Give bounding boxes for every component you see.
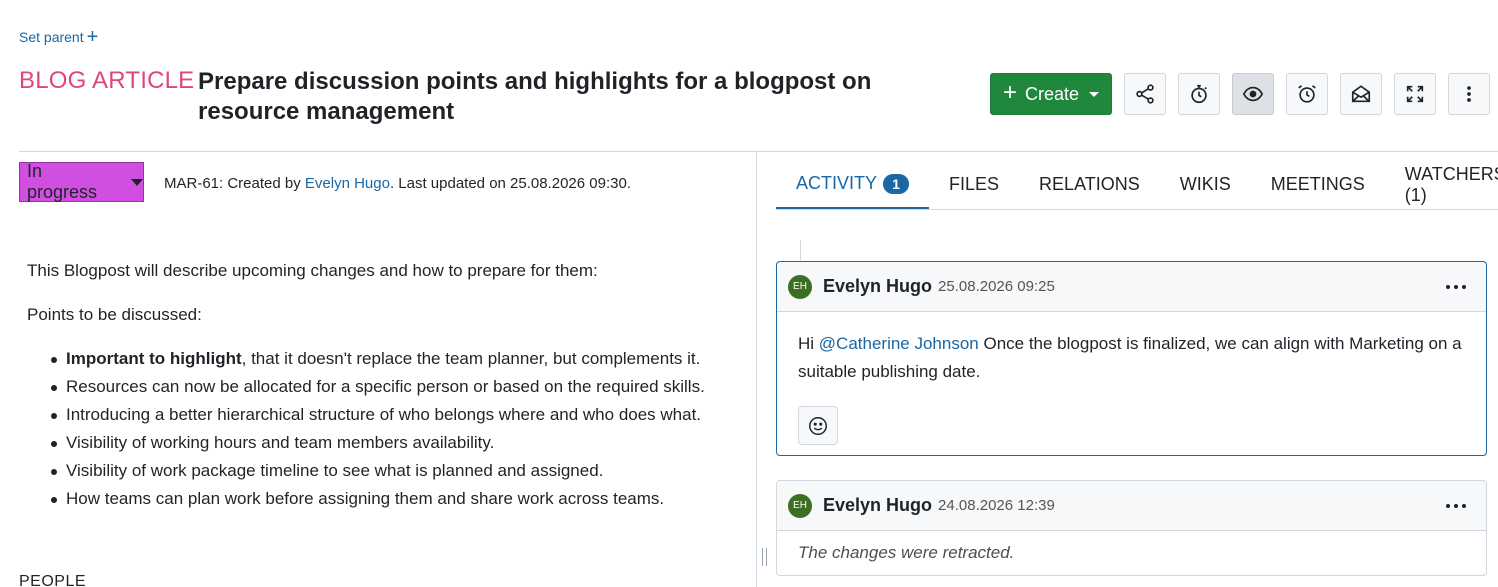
watch-button[interactable]	[1232, 73, 1274, 115]
create-button-label: Create	[1024, 83, 1080, 104]
meta-prefix: MAR-61: Created by	[164, 175, 305, 192]
description[interactable]: This Blogpost will describe upcoming cha…	[27, 257, 747, 513]
caret-down-icon	[131, 178, 143, 186]
more-horizontal-icon	[1446, 503, 1450, 508]
more-horizontal-icon-dot	[1462, 284, 1466, 289]
description-intro: This Blogpost will describe upcoming cha…	[27, 261, 598, 280]
activity-count-badge: 1	[883, 173, 910, 194]
smiley-icon	[809, 416, 827, 435]
more-vertical-icon	[1467, 86, 1471, 102]
share-button[interactable]	[1124, 73, 1166, 115]
list-item-bold: Important to highlight	[66, 349, 242, 368]
comment-date[interactable]: 24.08.2026 12:39	[938, 497, 1055, 514]
comment-header: EH Evelyn Hugo 24.08.2026 12:39	[777, 481, 1486, 531]
pane-divider	[756, 152, 757, 587]
comment-author[interactable]: Evelyn Hugo	[823, 276, 932, 297]
meta-suffix: . Last updated on 25.08.2026 09:30.	[389, 175, 631, 192]
comment-more-button[interactable]	[1446, 284, 1466, 289]
status-dropdown[interactable]: In progress	[19, 161, 144, 202]
comment-body: Hi @Catherine Johnson Once the blogpost …	[777, 312, 1486, 386]
people-section-heading: PEOPLE	[19, 573, 87, 587]
comment-author[interactable]: Evelyn Hugo	[823, 495, 932, 516]
tab-relations-label: RELATIONS	[1039, 174, 1140, 194]
comment-more-button[interactable]	[1446, 503, 1466, 508]
avatar[interactable]: EH	[788, 493, 812, 518]
list-item: Resources can now be allocated for a spe…	[50, 373, 747, 401]
timeline-line	[800, 240, 801, 260]
tab-files[interactable]: FILES	[929, 160, 1019, 209]
tab-activity[interactable]: ACTIVITY 1	[776, 160, 930, 209]
work-package-meta: MAR-61: Created by Evelyn Hugo. Last upd…	[164, 175, 631, 192]
comment-header: EH Evelyn Hugo 25.08.2026 09:25	[777, 262, 1486, 312]
create-button[interactable]: + Create	[990, 73, 1112, 115]
set-parent-link[interactable]: Set parent +	[19, 26, 99, 48]
fullscreen-button[interactable]	[1394, 73, 1436, 115]
pane-resize-handle[interactable]	[762, 548, 767, 566]
tab-wikis[interactable]: WIKIS	[1160, 160, 1251, 209]
add-reaction-button[interactable]	[798, 406, 838, 445]
activity-comment: EH Evelyn Hugo 25.08.2026 09:25 Hi @Cath…	[776, 261, 1487, 456]
tab-meetings-label: MEETINGS	[1270, 174, 1365, 194]
author-link[interactable]: Evelyn Hugo	[305, 175, 390, 192]
envelope-open-icon	[1351, 85, 1371, 103]
tab-relations[interactable]: RELATIONS	[1019, 160, 1160, 209]
plus-icon: +	[86, 26, 99, 48]
list-item: How teams can plan work before assigning…	[50, 485, 747, 513]
description-points-title: Points to be discussed:	[27, 305, 202, 324]
activity-text: The changes were retracted.	[798, 543, 1015, 562]
more-actions-button[interactable]	[1448, 73, 1490, 115]
list-item: Important to highlight, that it doesn't …	[50, 345, 747, 373]
comment-greeting: Hi	[798, 334, 819, 353]
reminder-button[interactable]	[1286, 73, 1328, 115]
set-parent-label: Set parent	[19, 29, 84, 45]
avatar[interactable]: EH	[788, 274, 812, 299]
mention-link[interactable]: @Catherine Johnson	[819, 334, 979, 353]
more-horizontal-icon-dot	[1454, 503, 1458, 508]
list-item: Visibility of work package timeline to s…	[50, 457, 747, 485]
tab-activity-label: ACTIVITY	[796, 173, 878, 193]
plus-icon: +	[1002, 79, 1017, 106]
alarm-icon	[1298, 85, 1316, 103]
time-tracking-button[interactable]	[1178, 73, 1220, 115]
comment-date[interactable]: 25.08.2026 09:25	[938, 278, 1055, 295]
header-divider	[19, 151, 1498, 152]
timer-icon	[1191, 84, 1207, 104]
more-horizontal-icon-dot	[1462, 503, 1466, 508]
work-package-type[interactable]: BLOG ARTICLE	[19, 67, 194, 95]
activity-entry: EH Evelyn Hugo 24.08.2026 12:39 The chan…	[776, 480, 1487, 576]
email-button[interactable]	[1340, 73, 1382, 115]
list-item-text: , that it doesn't replace the team plann…	[241, 349, 701, 368]
points-list: Important to highlight, that it doesn't …	[50, 345, 747, 513]
tab-watchers[interactable]: WATCHERS (1)	[1385, 160, 1498, 209]
list-item: Introducing a better hierarchical struct…	[50, 401, 747, 429]
list-item: Visibility of working hours and team mem…	[50, 429, 747, 457]
tab-bar: ACTIVITY 1 FILES RELATIONS WIKIS MEETING…	[776, 160, 1498, 210]
page-title[interactable]: Prepare discussion points and highlights…	[198, 67, 978, 127]
toolbar: + Create	[990, 73, 1490, 115]
eye-icon	[1242, 86, 1264, 102]
caret-down-icon	[1089, 91, 1100, 97]
tab-watchers-label: WATCHERS (1)	[1404, 163, 1498, 205]
tab-wikis-label: WIKIS	[1179, 174, 1231, 194]
more-horizontal-icon	[1446, 284, 1450, 289]
share-icon	[1136, 84, 1154, 104]
more-horizontal-icon-dot	[1454, 284, 1458, 289]
status-label: In progress	[27, 161, 98, 202]
tab-meetings[interactable]: MEETINGS	[1251, 160, 1385, 209]
tab-files-label: FILES	[949, 174, 1000, 194]
fullscreen-icon	[1406, 85, 1424, 103]
